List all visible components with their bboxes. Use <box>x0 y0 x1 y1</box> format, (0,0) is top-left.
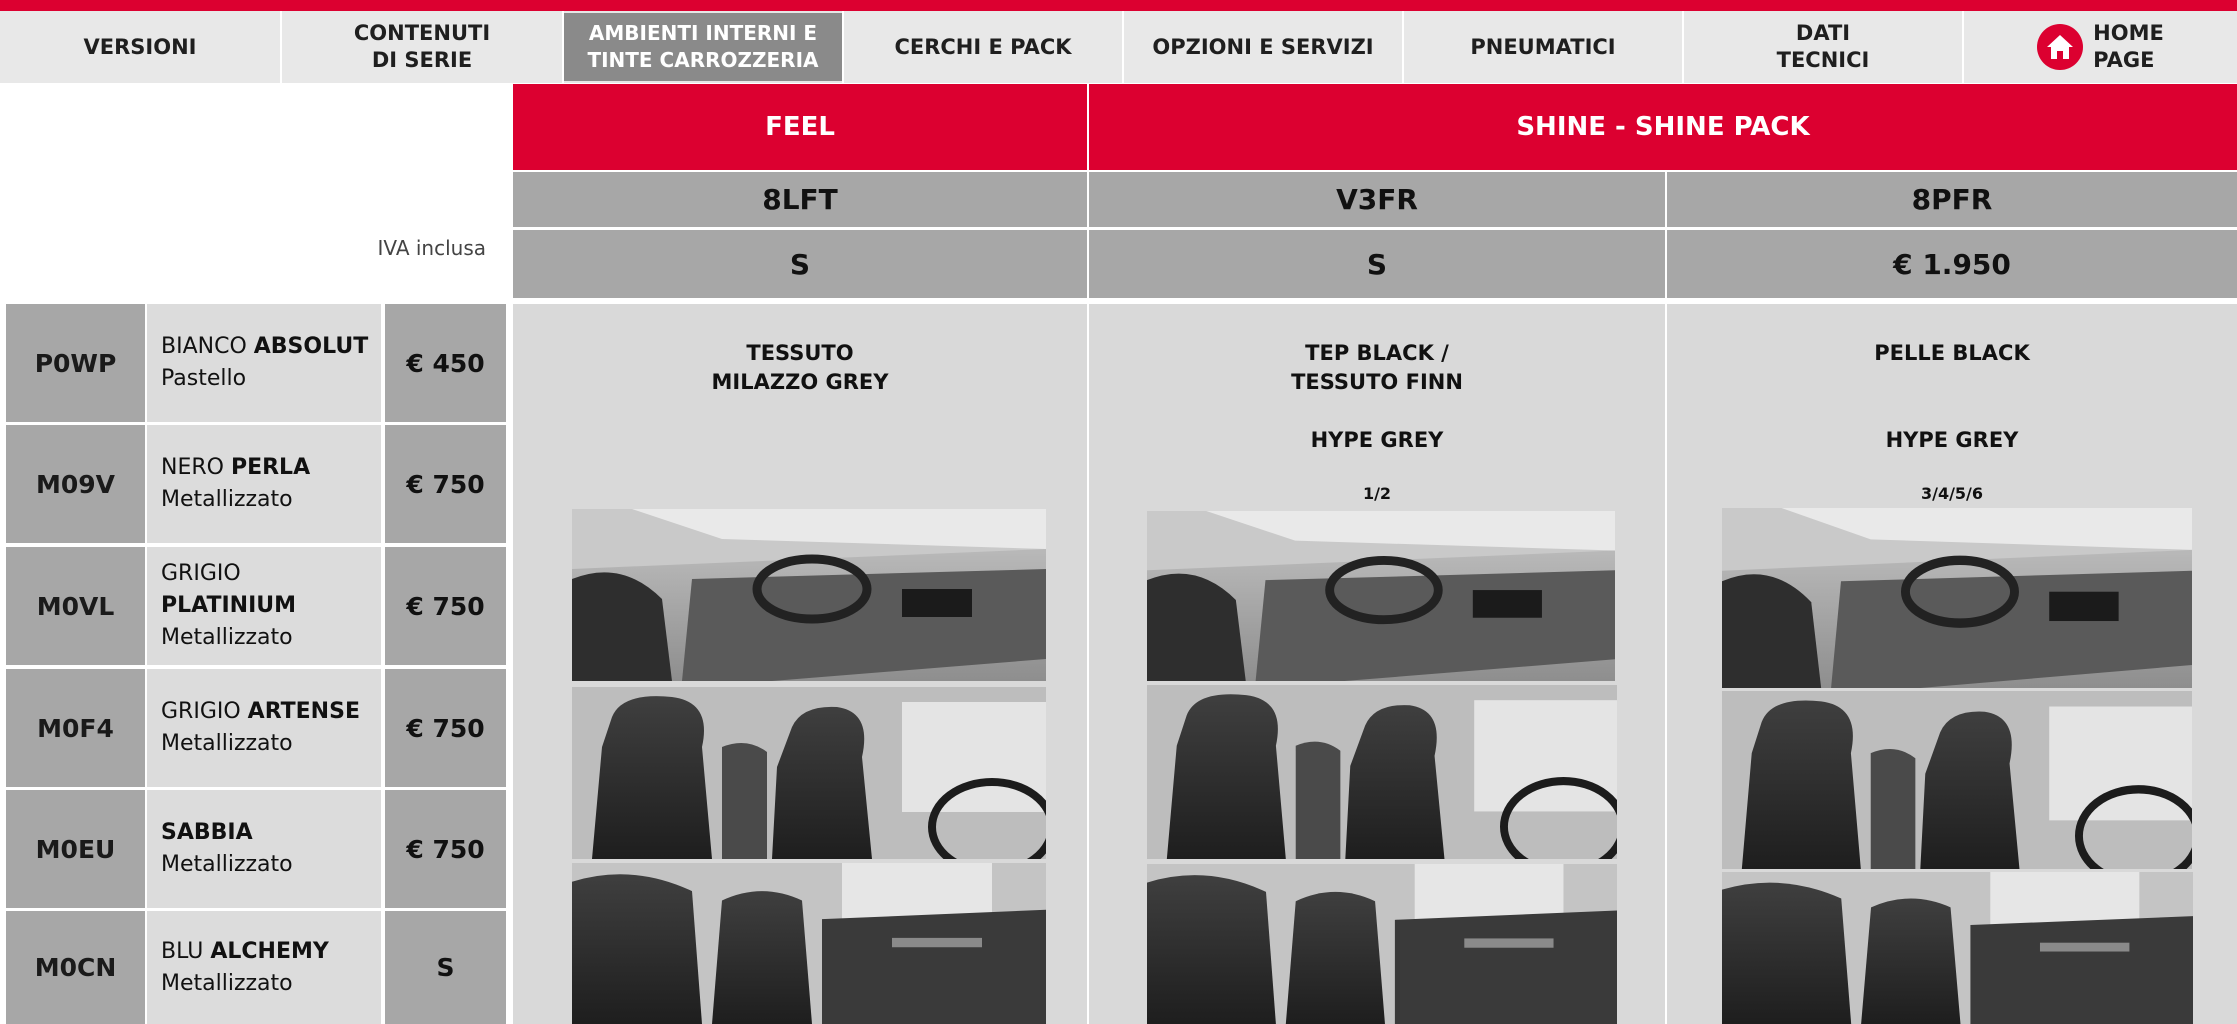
color-name: NERO PERLA Metallizzato <box>147 425 381 543</box>
paint-type: Metallizzato <box>161 852 293 877</box>
color-price: € 750 <box>385 547 506 665</box>
color-name: GRIGIO PLATINIUM Metallizzato <box>147 547 381 665</box>
seat-positions: 3/4/5/6 <box>1920 484 1984 503</box>
interior-panel-tep-black: TEP BLACK / TESSUTO FINN HYPE GREY 1/2 <box>1089 304 1665 1024</box>
interior-price-8lft: S <box>513 230 1087 298</box>
interior-price-v3fr: S <box>1089 230 1665 298</box>
tab-pneumatici[interactable]: PNEUMATICI <box>1404 11 1682 83</box>
tab-versioni[interactable]: VERSIONI <box>0 11 280 83</box>
paint-type: Metallizzato <box>161 625 293 650</box>
interior-photo-rear-seats <box>1722 872 2193 1024</box>
tab-contenuti-di-serie[interactable]: CONTENUTI DI SERIE <box>282 11 562 83</box>
seat-positions: 1/2 <box>1362 484 1392 503</box>
color-code: M09V <box>6 425 145 543</box>
top-accent-bar <box>0 0 2237 11</box>
color-name-prefix: GRIGIO <box>161 561 241 586</box>
color-name: GRIGIO ARTENSE Metallizzato <box>147 669 381 787</box>
interior-subtitle: HYPE GREY <box>1310 428 1444 452</box>
interior-title: TEP BLACK / TESSUTO FINN <box>1291 341 1463 394</box>
paint-type: Pastello <box>161 366 247 391</box>
paint-type: Metallizzato <box>161 487 293 512</box>
color-name: SABBIA Metallizzato <box>147 790 381 908</box>
paint-type: Metallizzato <box>161 731 293 756</box>
color-price: € 750 <box>385 790 506 908</box>
paint-type: Metallizzato <box>161 970 293 996</box>
color-price: € 750 <box>385 425 506 543</box>
interior-code-v3fr: V3FR <box>1089 172 1665 227</box>
color-name-main: ARTENSE <box>247 699 360 724</box>
interior-title: PELLE BLACK <box>1874 341 2030 365</box>
trim-header-shine: SHINE - SHINE PACK <box>1089 84 2237 170</box>
color-name: BIANCO ABSOLUT Pastello <box>147 304 381 422</box>
tab-opzioni-e-servizi[interactable]: OPZIONI E SERVIZI <box>1124 11 1402 83</box>
home-icon <box>2037 24 2084 70</box>
color-code: M0CN <box>6 911 145 1024</box>
color-code: P0WP <box>6 304 145 422</box>
interior-code-8lft: 8LFT <box>513 172 1087 227</box>
tab-ambienti-interni[interactable]: AMBIENTI INTERNI E TINTE CARROZZERIA <box>564 13 842 81</box>
color-name-main: ALCHEMY <box>210 938 329 964</box>
interior-code-8pfr: 8PFR <box>1667 172 2237 227</box>
color-name-main: ABSOLUT <box>253 334 369 359</box>
color-name-prefix: BIANCO <box>161 334 254 359</box>
home-page-link[interactable]: HOME PAGE <box>1964 11 2237 83</box>
interior-price-8pfr: € 1.950 <box>1667 230 2237 298</box>
interior-panel-feel: TESSUTO MILAZZO GREY <box>513 304 1087 1024</box>
interior-photo-dashboard <box>572 509 1046 681</box>
color-name-prefix: NERO <box>161 455 231 480</box>
interior-photo-front-seats <box>1722 691 2192 869</box>
interior-photo-front-seats <box>572 687 1046 859</box>
color-code: M0EU <box>6 790 145 908</box>
color-price: € 750 <box>385 669 506 787</box>
interior-subtitle: HYPE GREY <box>1885 428 2019 452</box>
interior-photo-rear-seats <box>1147 864 1617 1024</box>
tab-cerchi-e-pack[interactable]: CERCHI E PACK <box>844 11 1122 83</box>
color-price: € 450 <box>385 304 506 422</box>
color-name-prefix: GRIGIO <box>161 699 248 724</box>
interior-panel-pelle-black: PELLE BLACK HYPE GREY 3/4/5/6 <box>1667 304 2237 1024</box>
color-name-main: SABBIA <box>161 820 253 845</box>
color-code: M0VL <box>6 547 145 665</box>
interior-title: TESSUTO MILAZZO GREY <box>711 341 889 394</box>
vat-note: IVA inclusa <box>377 236 486 260</box>
interior-photo-dashboard <box>1722 508 2192 688</box>
color-name-prefix: BLU <box>161 938 211 964</box>
color-name-main: PLATINIUM <box>161 593 297 618</box>
color-name-main: PERLA <box>230 455 311 480</box>
interior-photo-rear-seats <box>572 863 1046 1024</box>
color-price: S <box>385 911 506 1024</box>
color-code: M0F4 <box>6 669 145 787</box>
tab-dati-tecnici[interactable]: DATI TECNICI <box>1684 11 1962 83</box>
main-nav: VERSIONI CONTENUTI DI SERIE AMBIENTI INT… <box>0 11 2237 83</box>
trim-header-feel: FEEL <box>513 84 1087 170</box>
home-label: HOME PAGE <box>2093 21 2164 72</box>
interior-photo-dashboard <box>1147 511 1615 681</box>
interior-photo-front-seats <box>1147 685 1617 859</box>
color-name: BLU ALCHEMY Metallizzato <box>147 911 381 1024</box>
